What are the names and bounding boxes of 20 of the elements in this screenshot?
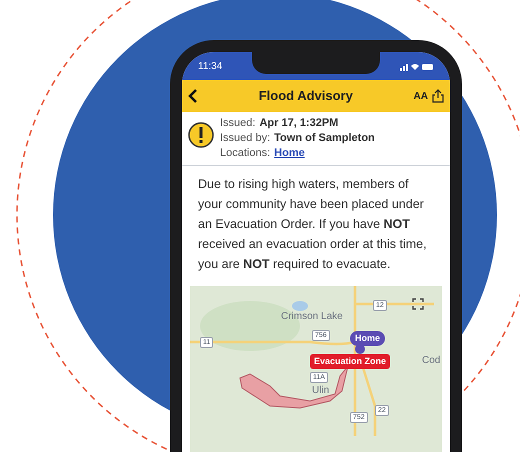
expand-icon[interactable] bbox=[412, 298, 424, 310]
map-place-label: Crimson Lake bbox=[281, 312, 343, 322]
advisory-message: Due to rising high waters, members of your community have been placed under an Evacuation Order. If you have NOT received an evacuation order at this time, you are NOT required to evacuate. bbox=[197, 176, 428, 273]
signal-wifi-battery-icon bbox=[400, 62, 434, 70]
header-title: Flood Advisory bbox=[258, 87, 353, 106]
back-icon[interactable] bbox=[188, 88, 198, 104]
issued-label: Issued: bbox=[220, 116, 256, 131]
issued-by-label: Issued by: bbox=[220, 131, 270, 146]
evacuation-zone-label[interactable]: Evacuation Zone bbox=[310, 354, 390, 369]
home-pin-label[interactable]: Home bbox=[350, 331, 386, 346]
status-time: 11:34 bbox=[198, 60, 222, 74]
map-place-label: Cod bbox=[422, 356, 440, 366]
issued-date: Apr 17, 1:32PM bbox=[259, 116, 338, 131]
warning-icon bbox=[188, 122, 214, 148]
issuer-name: Town of Sampleton bbox=[274, 131, 375, 146]
text-size-button[interactable]: AA bbox=[414, 88, 428, 104]
location-link[interactable]: Home bbox=[274, 146, 305, 161]
map-place-label: Ulin bbox=[312, 386, 330, 396]
share-icon[interactable] bbox=[432, 89, 444, 103]
locations-label: Locations: bbox=[220, 146, 270, 161]
